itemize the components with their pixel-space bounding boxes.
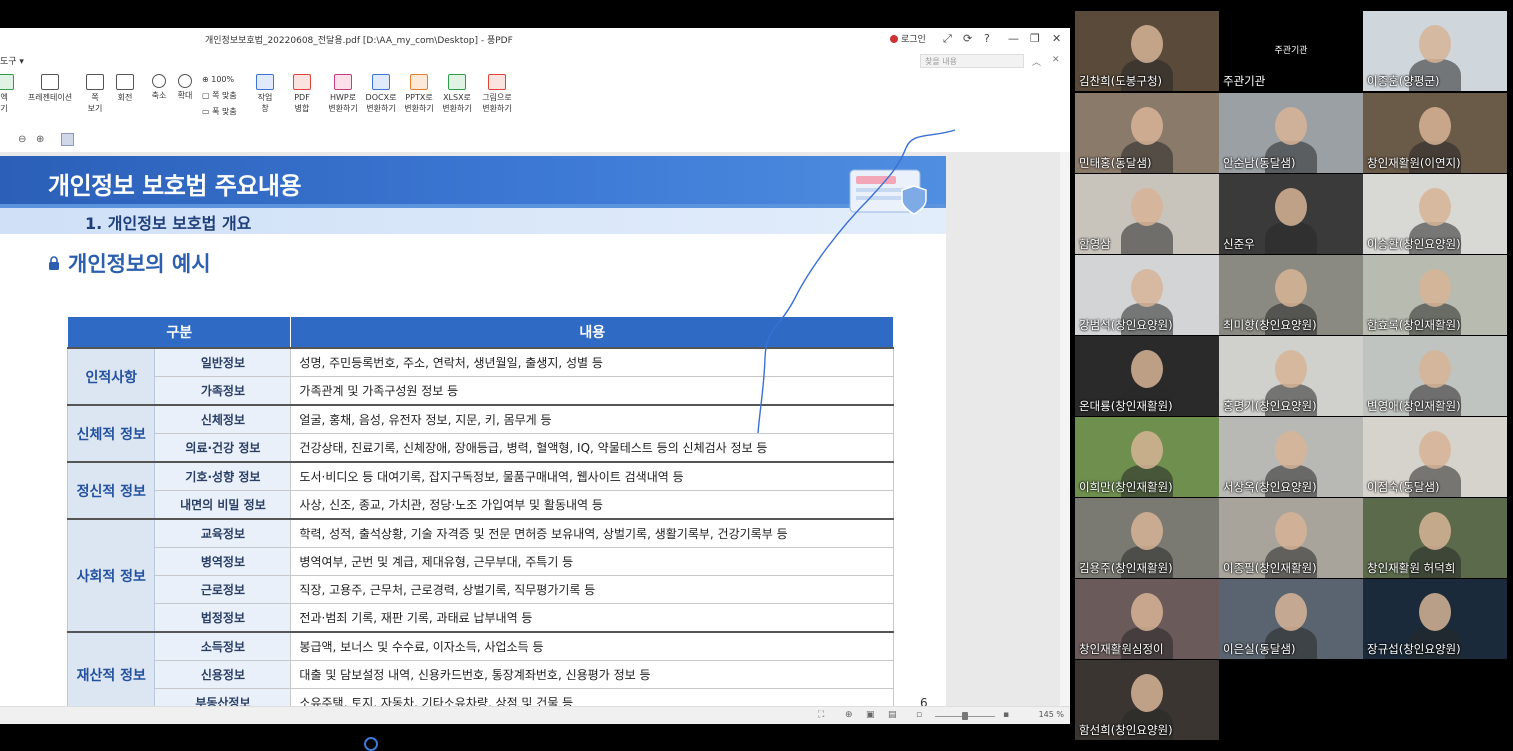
participant-face — [1419, 25, 1451, 63]
participant-face — [1419, 107, 1451, 145]
participant-silhouette — [1121, 222, 1173, 254]
participant-face — [1275, 431, 1307, 469]
cursor-ring-icon — [364, 737, 378, 751]
participant-face — [1131, 350, 1163, 388]
participant-name: 창인재활원심정이 — [1079, 642, 1164, 656]
participant-silhouette — [1265, 222, 1317, 254]
participant-name: 변영애(창인재활원) — [1367, 399, 1461, 413]
participant-name: 강범석(창인요양원) — [1079, 318, 1173, 332]
participant-face — [1131, 25, 1163, 63]
participant-tile[interactable]: 안순남(동달샘) — [1219, 93, 1363, 173]
participant-tile[interactable]: 이종훈(양평군) — [1363, 11, 1507, 91]
participant-name: 창인재활원 허덕희 — [1367, 561, 1456, 575]
participant-face — [1419, 593, 1451, 631]
participant-tile[interactable]: 온대룡(창인재활원) — [1075, 336, 1219, 416]
participant-name: 창인재활원(이연지) — [1367, 156, 1461, 170]
participant-name: 안순남(동달샘) — [1223, 156, 1296, 170]
participant-tile[interactable]: 함영삼 — [1075, 174, 1219, 254]
participant-tile[interactable]: 주관기관 주관기관 — [1219, 11, 1363, 91]
participant-face — [1419, 188, 1451, 226]
participant-tile[interactable]: 창인재활원 허덕희 — [1363, 498, 1507, 578]
participant-face — [1131, 674, 1163, 712]
participant-face — [1419, 350, 1451, 388]
participant-face — [1419, 269, 1451, 307]
participant-face — [1275, 350, 1307, 388]
participant-tile[interactable]: 이희만(창인재활원) — [1075, 417, 1219, 497]
participant-tile[interactable]: 김용주(창인재활원) — [1075, 498, 1219, 578]
participant-name: 민태홍(동달샘) — [1079, 156, 1152, 170]
participant-tile[interactable]: 변영애(창인재활원) — [1363, 336, 1507, 416]
participant-tile[interactable]: 신준우 — [1219, 174, 1363, 254]
zoom-slider-handle[interactable] — [962, 712, 968, 720]
participant-name: 함영삼 — [1079, 237, 1111, 251]
participant-tile[interactable]: 창인재활원심정이 — [1075, 579, 1219, 659]
participant-tile[interactable]: 장규섭(창인요양원) — [1363, 579, 1507, 659]
single-page-icon[interactable]: ▣ — [866, 710, 875, 720]
participant-face — [1275, 593, 1307, 631]
participant-name: 주관기관 — [1223, 74, 1266, 88]
participant-center-label: 주관기관 — [1274, 46, 1308, 56]
participant-name: 김찬희(도봉구청) — [1079, 74, 1163, 88]
participant-face — [1131, 593, 1163, 631]
participant-face — [1275, 107, 1307, 145]
fit-icon[interactable]: ⛶ — [818, 710, 824, 720]
overlay-number: 14 — [0, 660, 34, 690]
participant-tile[interactable]: 서상옥(창인요양원) — [1219, 417, 1363, 497]
zoom-minus-icon[interactable]: ▫ — [916, 710, 922, 720]
status-bar: ⛶ ⊕ ▣ ▤ ▫ ▪ 145 % — [0, 706, 1070, 724]
participant-name: 이희만(창인재활원) — [1079, 480, 1173, 494]
participant-tile[interactable]: 이승환(창인요양원) — [1363, 174, 1507, 254]
participant-tile[interactable]: 이은실(동달샘) — [1219, 579, 1363, 659]
participant-face — [1419, 431, 1451, 469]
participant-face — [1419, 512, 1451, 550]
participant-name: 장규섭(창인요양원) — [1367, 642, 1461, 656]
participant-name: 이은실(동달샘) — [1223, 642, 1296, 656]
participant-tile[interactable]: 김찬희(도봉구청) — [1075, 11, 1219, 91]
participant-face — [1275, 188, 1307, 226]
pen-annotation — [757, 129, 956, 434]
participant-face — [1275, 512, 1307, 550]
zoom-plus-icon[interactable]: ▪ — [1003, 710, 1009, 720]
two-page-icon[interactable]: ▤ — [888, 710, 897, 720]
participant-tile[interactable]: 홍명기(창인요양원) — [1219, 336, 1363, 416]
participant-face — [1131, 512, 1163, 550]
participant-tile[interactable]: 최미향(창인요양원) — [1219, 255, 1363, 335]
participant-name: 온대룡(창인재활원) — [1079, 399, 1173, 413]
participant-face — [1131, 107, 1163, 145]
participant-name: 이종필(창인재활원) — [1223, 561, 1317, 575]
participant-name: 이점숙(동달샘) — [1367, 480, 1440, 494]
participant-face — [1275, 269, 1307, 307]
participant-tile[interactable]: 민태홍(동달샘) — [1075, 93, 1219, 173]
participant-name: 홍명기(창인요양원) — [1223, 399, 1317, 413]
participant-name: 서상옥(창인요양원) — [1223, 480, 1317, 494]
participant-face — [1131, 431, 1163, 469]
participant-name: 함효록(창인재활원) — [1367, 318, 1461, 332]
participant-name: 함선희(창인요양원) — [1079, 723, 1173, 737]
participant-name: 이승환(창인요양원) — [1367, 237, 1461, 251]
participant-tile[interactable]: 창인재활원(이연지) — [1363, 93, 1507, 173]
participant-tile[interactable]: 함효록(창인재활원) — [1363, 255, 1507, 335]
participant-tile[interactable]: 함선희(창인요양원) — [1075, 660, 1219, 740]
participant-face — [1131, 188, 1163, 226]
participant-tile[interactable]: 강범석(창인요양원) — [1075, 255, 1219, 335]
zoom-level: 145 % — [1038, 710, 1064, 719]
participant-tile[interactable]: 이종필(창인재활원) — [1219, 498, 1363, 578]
participant-tile[interactable]: 이점숙(동달샘) — [1363, 417, 1507, 497]
participant-name: 이종훈(양평군) — [1367, 74, 1440, 88]
participant-name: 신준우 — [1223, 237, 1255, 251]
pdf-viewer-window: 개인정보보호법_20220608_전달용.pdf [D:\AA_my_com\D… — [0, 28, 1070, 724]
participant-face — [1131, 269, 1163, 307]
participant-name: 최미향(창인요양원) — [1223, 318, 1317, 332]
status-zoom-icon[interactable]: ⊕ — [845, 710, 853, 720]
participant-name: 김용주(창인재활원) — [1079, 561, 1173, 575]
